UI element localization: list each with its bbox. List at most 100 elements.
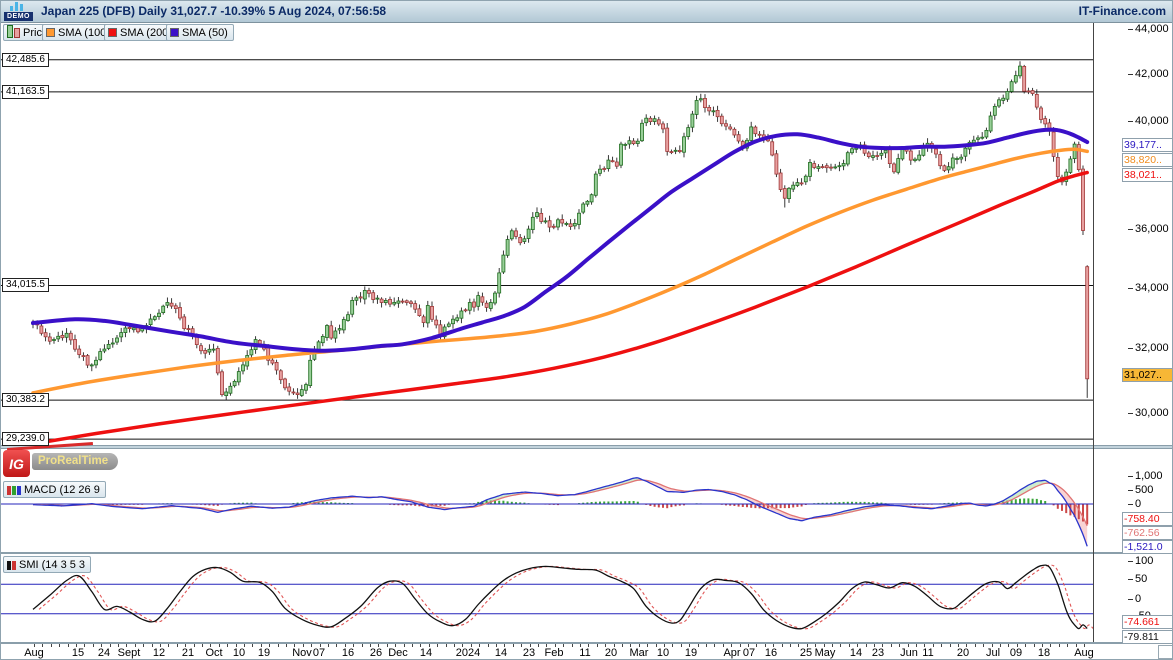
smi-value-badge: -74.661 [1122, 615, 1173, 629]
macd-panel[interactable] [1, 449, 1093, 552]
date-tick [714, 644, 715, 647]
price-icon [7, 27, 20, 38]
macd-signal-line [33, 480, 1087, 526]
date-tick [488, 644, 489, 647]
axis-tick-label: 40,000 [1135, 115, 1169, 127]
chart-window: DEMO Japan 225 (DFB) Daily 31,027.7 -10.… [0, 0, 1173, 660]
macd-line [33, 478, 1087, 546]
macd-legend-button[interactable]: MACD (12 26 9 [3, 481, 106, 498]
axis-tick [1128, 74, 1133, 75]
date-label: 14 [420, 647, 432, 659]
date-tick [412, 644, 413, 647]
date-tick [252, 644, 253, 647]
macd-bar-red [7, 486, 11, 495]
panel-separator[interactable] [1, 445, 1173, 449]
axis-tick-label: 0 [1135, 593, 1141, 605]
price-value-badge: 38,820.. [1122, 153, 1173, 167]
date-label: 25 [800, 647, 812, 659]
prorealtime-logo-text: ProRealTime [38, 455, 108, 467]
macd-value-badge: -1,521.0 [1122, 540, 1173, 554]
legend-sma200-label: SMA (200) [120, 27, 172, 39]
sma100-line[interactable] [33, 149, 1087, 393]
date-tick [513, 644, 514, 647]
prorealtime-logo: ProRealTime [32, 453, 118, 470]
sma50-line[interactable] [33, 130, 1087, 351]
axis-tick-label: 34,000 [1135, 282, 1169, 294]
smi-bar-red [12, 561, 16, 570]
smi-legend-button[interactable]: SMI (14 3 5 3 [3, 556, 91, 573]
date-label: 24 [98, 647, 110, 659]
date-tick [1067, 644, 1068, 647]
date-tick [328, 644, 329, 647]
axis-tick-label: 32,000 [1135, 342, 1169, 354]
candle-up-glyph [7, 25, 13, 38]
price-axis-line [1093, 23, 1094, 642]
smi-line [33, 565, 1087, 629]
date-label: 19 [258, 647, 270, 659]
date-label: 21 [182, 647, 194, 659]
legend-sma100-label: SMA (100) [58, 27, 110, 39]
price-value-badge: 31,027.. [1122, 368, 1173, 382]
date-tick [1059, 644, 1060, 647]
date-label: May [815, 647, 836, 659]
date-tick [1050, 644, 1051, 647]
price-value-badge: 39,177.. [1122, 138, 1173, 152]
date-tick [93, 644, 94, 647]
date-tick [572, 644, 573, 647]
axis-tick-label: 50 [1135, 573, 1147, 585]
macd-divergence-fill [33, 478, 1087, 546]
date-label: Jul [986, 647, 1000, 659]
date-tick [950, 644, 951, 647]
axis-tick-label: 1,000 [1135, 470, 1163, 482]
price-value-badge: 38,021.. [1122, 168, 1173, 182]
title-bar: DEMO Japan 225 (DFB) Daily 31,027.7 -10.… [1, 1, 1173, 23]
level-label[interactable]: 41,163.5 [2, 85, 49, 99]
macd-histogram [40, 498, 1088, 524]
panel-separator[interactable] [1, 552, 1173, 554]
smi-value-badge: -79.811 [1122, 630, 1173, 644]
date-label: 07 [743, 647, 755, 659]
date-label: Dec [388, 647, 408, 659]
date-label: Feb [545, 647, 564, 659]
date-tick [941, 644, 942, 647]
legend-sma50-label: SMA (50) [182, 27, 228, 39]
axis-tick [1128, 504, 1133, 505]
smi-panel[interactable] [1, 554, 1093, 642]
date-label: 09 [1010, 647, 1022, 659]
date-label: Sept [118, 647, 141, 659]
date-tick [698, 644, 699, 647]
date-tick [336, 644, 337, 647]
level-label[interactable]: 34,015.5 [2, 278, 49, 292]
date-tick [538, 644, 539, 647]
date-tick [681, 644, 682, 647]
date-tick [790, 644, 791, 647]
axis-tick-label: 500 [1135, 484, 1153, 496]
axis-tick [1128, 413, 1133, 414]
date-label: 20 [605, 647, 617, 659]
legend-sma50-button[interactable]: SMA (50) [166, 24, 234, 41]
price-panel[interactable] [1, 23, 1093, 445]
date-label: Nov [292, 647, 312, 659]
date-tick [227, 644, 228, 647]
date-tick [59, 644, 60, 647]
resize-corner[interactable] [1158, 645, 1173, 659]
level-label[interactable]: 42,485.6 [2, 53, 49, 67]
date-tick [756, 644, 757, 647]
level-label[interactable]: 29,239.0 [2, 432, 49, 446]
date-label: 14 [850, 647, 862, 659]
sma200-icon [108, 28, 117, 37]
axis-tick-label: 42,000 [1135, 68, 1169, 80]
axis-tick [1128, 288, 1133, 289]
sma200-line[interactable] [33, 173, 1087, 444]
date-tick [362, 644, 363, 647]
axis-tick [1128, 29, 1133, 30]
axis-tick-label: 0 [1135, 498, 1141, 510]
smi-bar-black [7, 561, 11, 570]
demo-badge: DEMO [4, 12, 33, 21]
date-label: 16 [342, 647, 354, 659]
level-label[interactable]: 30,383.2 [2, 393, 49, 407]
date-label: 2024 [456, 647, 480, 659]
axis-tick-label: 36,000 [1135, 223, 1169, 235]
brand-label: IT-Finance.com [1079, 4, 1166, 18]
smi-signal-line [39, 565, 1093, 629]
